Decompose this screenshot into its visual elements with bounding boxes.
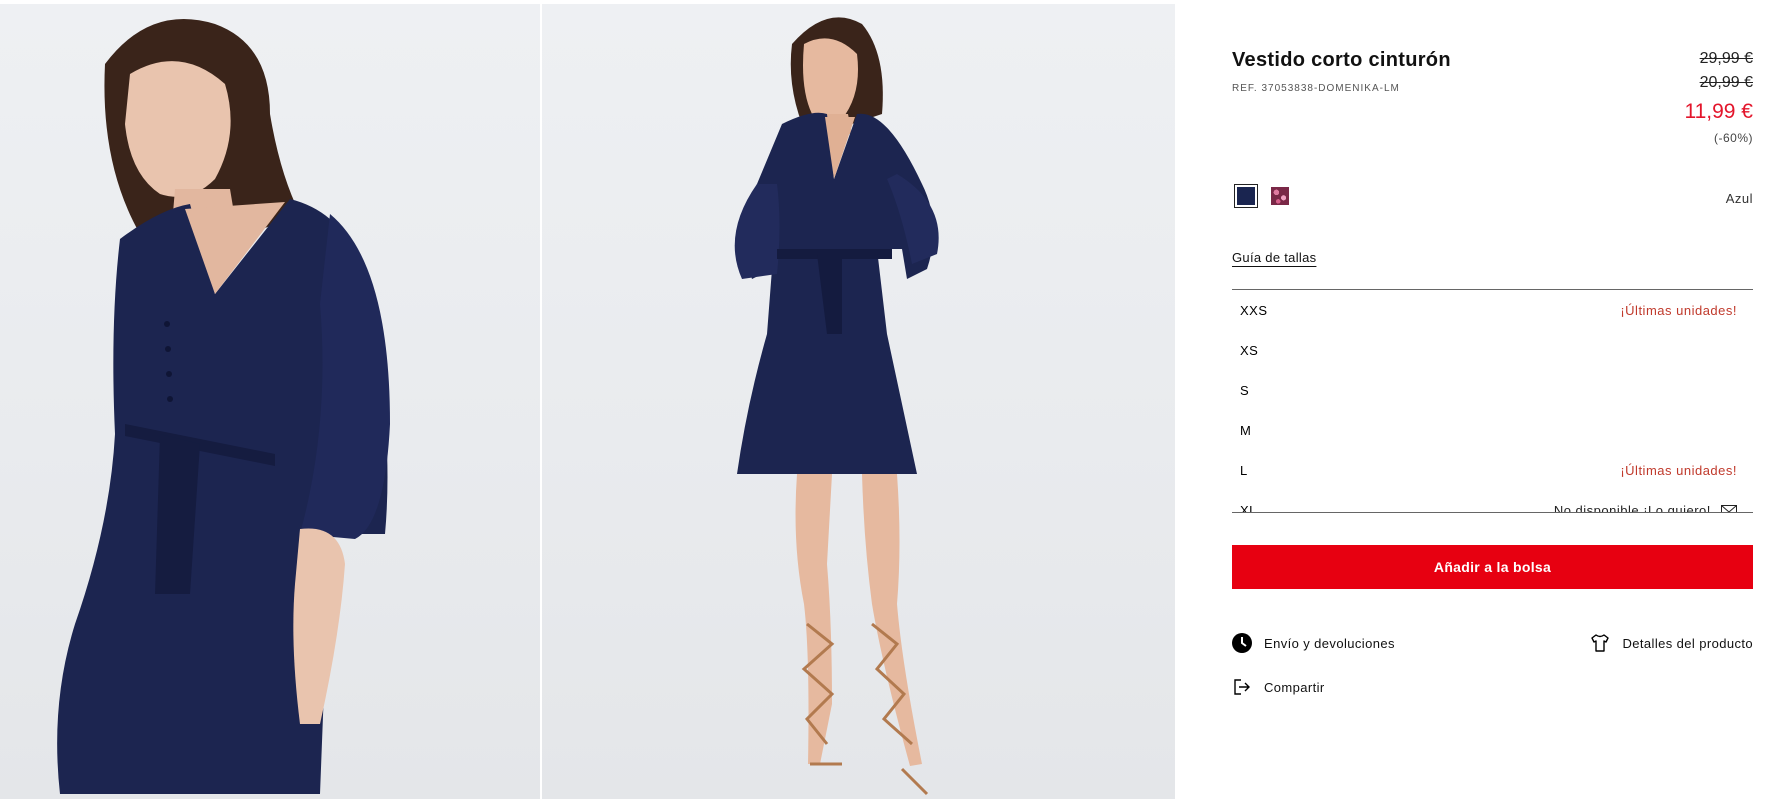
size-label: S (1240, 382, 1250, 398)
model-fullbody-illustration (734, 17, 939, 796)
clock-icon (1232, 633, 1252, 653)
notify-me-label[interactable]: No disponible ¡Lo quiero! (1554, 503, 1711, 513)
size-option-xs[interactable]: XS (1232, 330, 1753, 370)
size-stock-note: ¡Últimas unidades! (1620, 302, 1737, 318)
size-stock-note: No disponible ¡Lo quiero! (1554, 503, 1737, 513)
size-guide-link[interactable]: Guía de tallas (1232, 250, 1316, 265)
size-option-xxs[interactable]: XXS ¡Últimas unidades! (1232, 290, 1753, 330)
product-details-label: Detalles del producto (1622, 635, 1753, 651)
product-gallery (0, 0, 1175, 799)
color-swatch-pink-floral[interactable] (1268, 184, 1292, 208)
original-price: 29,99 € (1699, 50, 1753, 67)
share-icon (1234, 679, 1250, 695)
size-option-s[interactable]: S (1232, 370, 1753, 410)
product-title: Vestido corto cinturón (1232, 49, 1451, 71)
size-list: XXS ¡Últimas unidades! XS S M L ¡Últimas… (1232, 289, 1753, 513)
size-label: XXS (1240, 302, 1268, 318)
size-option-xl[interactable]: XL No disponible ¡Lo quiero! (1232, 490, 1753, 513)
size-label: XS (1240, 342, 1259, 358)
tshirt-icon (1591, 634, 1610, 652)
size-label: XL (1240, 502, 1257, 513)
size-option-l[interactable]: L ¡Últimas unidades! (1232, 450, 1753, 490)
previous-price: 20,99 € (1699, 74, 1753, 91)
share-link[interactable]: Compartir (1232, 677, 1325, 697)
price-block: 29,99 € 20,99 € 11,99 € (-60%) (1684, 47, 1753, 145)
product-image-closeup[interactable] (0, 4, 540, 799)
mail-icon[interactable] (1721, 505, 1737, 513)
size-label: M (1240, 422, 1252, 438)
current-price: 11,99 € (1684, 100, 1753, 123)
size-option-m[interactable]: M (1232, 410, 1753, 450)
color-swatch-navy[interactable] (1234, 184, 1258, 208)
product-image-fullbody[interactable] (542, 4, 1175, 799)
model-closeup-illustration (57, 19, 390, 794)
selected-color-label: Azul (1725, 191, 1753, 206)
add-to-bag-button[interactable]: Añadir a la bolsa (1232, 545, 1753, 589)
shipping-returns-link[interactable]: Envío y devoluciones (1232, 633, 1395, 653)
size-stock-note: ¡Últimas unidades! (1620, 462, 1737, 478)
shipping-returns-label: Envío y devoluciones (1264, 635, 1395, 651)
product-reference: REF. 37053838-DOMENIKA-LM (1232, 83, 1400, 94)
product-info-panel: Vestido corto cinturón REF. 37053838-DOM… (1232, 0, 1753, 799)
product-details-link[interactable]: Detalles del producto (1590, 633, 1753, 653)
size-label: L (1240, 462, 1248, 478)
discount-badge: (-60%) (1713, 131, 1753, 145)
share-label: Compartir (1264, 679, 1325, 695)
